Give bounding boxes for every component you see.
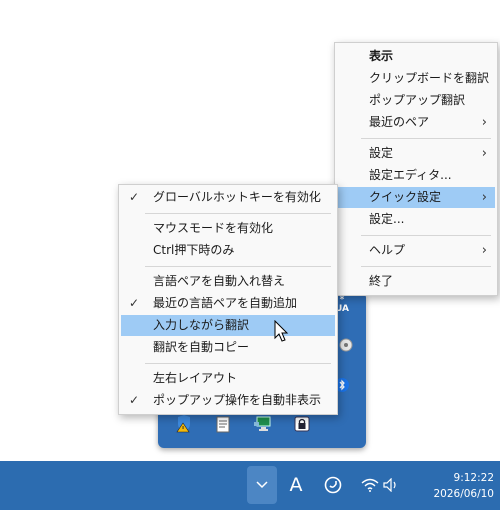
menu-item-translate-clipboard[interactable]: クリップボードを翻訳 [337, 68, 495, 89]
wifi-icon [361, 478, 379, 492]
menu-item-auto-hide-popup[interactable]: ✓ ポップアップ操作を自動非表示 [121, 390, 335, 411]
menu-item-quick-settings[interactable]: クイック設定 › [337, 187, 495, 208]
chevron-right-icon: › [481, 243, 487, 258]
menu-item-exit[interactable]: 終了 [337, 271, 495, 292]
checkmark-icon: ✓ [129, 393, 140, 407]
shield-warning-icon[interactable] [175, 415, 193, 433]
quick-settings-submenu: ✓ グローバルホットキーを有効化 マウスモードを有効化 Ctrl押下時のみ 言語ペ… [118, 184, 338, 415]
menu-item-auto-swap-pairs[interactable]: 言語ペアを自動入れ替え [121, 271, 335, 292]
menu-item-popup-translate[interactable]: ポップアップ翻訳 [337, 90, 495, 111]
menu-item-side-layout[interactable]: 左右レイアウト [121, 368, 335, 389]
menu-separator [145, 363, 331, 364]
show-hidden-icons-button[interactable] [247, 466, 277, 504]
checkmark-icon: ✓ [129, 190, 140, 204]
disc-icon[interactable] [337, 336, 355, 354]
menu-separator [361, 235, 491, 236]
network-monitor-icon[interactable] [254, 415, 272, 433]
menu-separator [145, 213, 331, 214]
menu-item-help[interactable]: ヘルプ › [337, 240, 495, 261]
menu-item-mouse-mode[interactable]: マウスモードを有効化 [121, 218, 335, 239]
lock-icon[interactable] [293, 415, 311, 433]
clock-time: 9:12:22 [453, 472, 494, 484]
chevron-right-icon: › [481, 115, 487, 130]
tray-context-menu: 表示 クリップボードを翻訳 ポップアップ翻訳 最近のペア › 設定 › 設定エディタ… [334, 42, 498, 296]
menu-item-ctrl-only[interactable]: Ctrl押下時のみ [121, 240, 335, 261]
network-volume-button[interactable] [356, 466, 404, 504]
mouse-cursor-icon [274, 319, 290, 347]
menu-item-show[interactable]: 表示 [337, 46, 495, 67]
menu-separator [361, 138, 491, 139]
menu-item-auto-add-recent[interactable]: ✓ 最近の言語ペアを自動追加 [121, 293, 335, 314]
menu-item-recent-pairs[interactable]: 最近のペア › [337, 112, 495, 133]
menu-item-auto-copy[interactable]: 翻訳を自動コピー [121, 337, 335, 358]
chevron-right-icon: › [481, 146, 487, 161]
chevron-down-icon [256, 481, 268, 489]
ime-indicator[interactable]: A [281, 466, 311, 504]
menu-item-global-hotkey[interactable]: ✓ グローバルホットキーを有効化 [121, 187, 335, 208]
taskbar-clock[interactable]: 9:12:22 2026/06/10 [414, 470, 494, 502]
menu-item-settings-editor[interactable]: 設定エディタ... [337, 165, 495, 186]
menu-item-translate-while-typing[interactable]: 入力しながら翻訳 [121, 315, 335, 336]
speaker-icon [383, 478, 396, 492]
menu-item-settings[interactable]: 設定 › [337, 143, 495, 164]
checkmark-icon: ✓ [129, 296, 140, 310]
chevron-right-icon: › [481, 190, 487, 205]
menu-separator [145, 266, 331, 267]
menu-separator [361, 266, 491, 267]
clock-date: 2026/06/10 [433, 488, 494, 500]
menu-item-settings-dialog[interactable]: 設定... [337, 209, 495, 230]
app-tray-icon[interactable] [318, 466, 348, 504]
document-icon[interactable] [214, 415, 232, 433]
